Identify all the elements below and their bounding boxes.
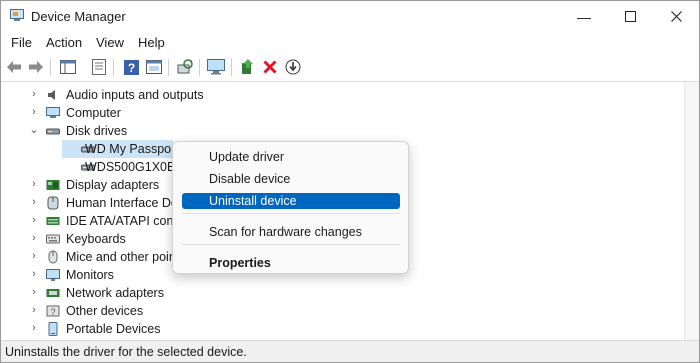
toolbar-separator <box>199 59 200 76</box>
category-item[interactable]: ⌄ Disk drives <box>1 122 684 140</box>
other-device-icon: ? <box>46 305 60 317</box>
close-button[interactable] <box>653 1 699 32</box>
tree-item-label: Monitors <box>66 268 114 282</box>
maximize-icon <box>624 11 636 22</box>
add-driver-icon[interactable] <box>239 58 257 76</box>
category-item[interactable]: › Network adapters <box>1 284 684 302</box>
vertical-scrollbar[interactable] <box>684 82 699 340</box>
status-text: Uninstalls the driver for the selected d… <box>5 345 247 359</box>
computer-icon <box>46 107 60 118</box>
toolbar: ? <box>1 54 699 82</box>
download-driver-icon[interactable] <box>284 58 302 76</box>
display-adapter-icon <box>46 180 60 190</box>
chevron-right-icon[interactable]: › <box>29 250 39 262</box>
tree-item-label: Portable Devices <box>66 322 161 336</box>
network-adapter-icon <box>46 289 60 297</box>
properties-pane-icon[interactable] <box>59 58 77 76</box>
chevron-right-icon[interactable]: › <box>29 196 39 208</box>
tree-item-label: Mice and other poin <box>66 250 176 264</box>
uninstall-device-item[interactable]: Uninstall device <box>182 193 400 209</box>
menu-separator <box>182 213 400 214</box>
chevron-down-icon[interactable]: ⌄ <box>29 124 39 136</box>
tree-item-label: Network adapters <box>66 286 164 300</box>
scan-hardware-item[interactable]: Scan for hardware changes <box>182 224 400 240</box>
category-item[interactable]: ›? Other devices <box>1 302 684 320</box>
device-manager-icon <box>10 9 24 21</box>
status-bar: Uninstalls the driver for the selected d… <box>1 340 699 362</box>
close-icon <box>670 11 682 22</box>
tree-item-label: Other devices <box>66 304 144 318</box>
disable-device-item[interactable]: Disable device <box>182 171 400 187</box>
disk-drive-icon <box>46 128 60 135</box>
toolbar-separator <box>168 59 169 76</box>
back-arrow-icon[interactable] <box>5 58 23 76</box>
chevron-right-icon[interactable]: › <box>29 304 39 316</box>
context-menu: Update driver Disable device Uninstall dev… <box>172 141 409 274</box>
chevron-right-icon[interactable]: › <box>29 268 39 280</box>
toolbar-separator <box>50 59 51 76</box>
chevron-right-icon[interactable]: › <box>29 214 39 226</box>
update-driver-item[interactable]: Update driver <box>182 149 400 165</box>
toolbar-separator <box>231 59 232 76</box>
monitor-icon[interactable] <box>207 58 225 76</box>
chevron-right-icon[interactable]: › <box>29 88 39 100</box>
speaker-icon <box>48 90 55 100</box>
monitor-icon <box>46 269 60 281</box>
help-icon[interactable]: ? <box>122 58 140 76</box>
tree-item-label: Computer <box>66 106 121 120</box>
menu-help[interactable]: Help <box>138 35 165 50</box>
tree-item-label: Disk drives <box>66 124 128 138</box>
portable-device-icon <box>48 322 58 336</box>
uninstall-x-icon[interactable] <box>261 58 279 76</box>
category-item[interactable]: › Audio inputs and outputs <box>1 86 684 104</box>
chevron-right-icon[interactable]: › <box>29 178 39 190</box>
view-by-type-icon[interactable] <box>145 58 163 76</box>
chevron-right-icon[interactable]: › <box>29 106 39 118</box>
minimize-button[interactable]: — <box>561 1 607 32</box>
category-item[interactable]: › Portable Devices <box>1 320 684 338</box>
menu-action[interactable]: Action <box>46 35 82 50</box>
properties-item[interactable]: Properties <box>182 255 400 271</box>
maximize-button[interactable] <box>607 1 653 32</box>
menu-view[interactable]: View <box>96 35 124 50</box>
title-bar: Device Manager — <box>1 1 699 32</box>
svg-text:?: ? <box>50 307 55 317</box>
tree-item-label: Keyboards <box>66 232 126 246</box>
chevron-right-icon[interactable]: › <box>29 286 39 298</box>
minimize-icon: — <box>577 8 591 25</box>
menu-separator <box>182 244 400 245</box>
menu-file[interactable]: File <box>11 35 32 50</box>
ide-controller-icon <box>46 217 60 225</box>
menu-bar: File Action View Help <box>1 32 699 54</box>
chevron-right-icon[interactable]: › <box>29 322 39 334</box>
window-title: Device Manager <box>31 9 126 24</box>
hid-icon <box>47 196 59 210</box>
update-driver-icon[interactable] <box>90 58 108 76</box>
toolbar-separator <box>113 59 114 76</box>
tree-item-label: Audio inputs and outputs <box>66 88 204 102</box>
chevron-right-icon[interactable]: › <box>29 232 39 244</box>
tree-item-label: Display adapters <box>66 178 160 192</box>
tree-item-label: IDE ATA/ATAPI contr <box>66 214 182 228</box>
scan-hardware-icon[interactable] <box>176 58 194 76</box>
category-item[interactable]: › Computer <box>1 104 684 122</box>
keyboard-icon <box>46 234 60 244</box>
forward-arrow-icon[interactable] <box>27 58 45 76</box>
svg-text:?: ? <box>127 61 134 75</box>
mouse-icon <box>48 250 58 264</box>
tree-item-label: WD My Passport <box>85 142 179 156</box>
tree-item-label: Human Interface De <box>66 196 178 210</box>
